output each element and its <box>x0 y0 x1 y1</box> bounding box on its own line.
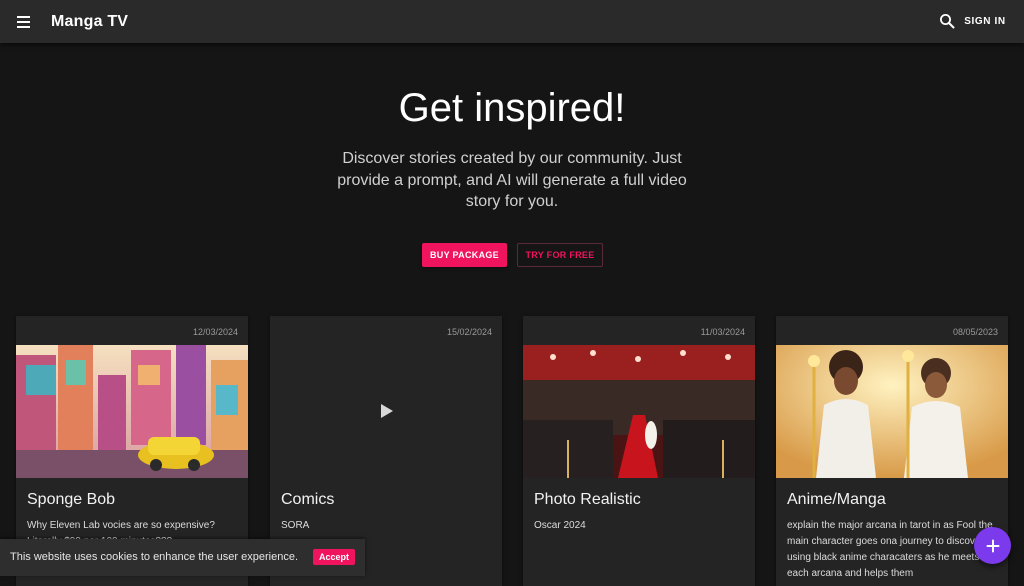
menu-icon[interactable] <box>14 11 36 33</box>
card-title: Photo Realistic <box>534 491 641 508</box>
plus-icon <box>986 539 999 552</box>
card-title: Sponge Bob <box>27 491 116 508</box>
try-for-free-button[interactable]: TRY FOR FREE <box>517 243 603 267</box>
card-thumbnail[interactable] <box>523 345 755 478</box>
card-date: 08/05/2023 <box>952 327 998 337</box>
app-bar: Manga TV SIGN IN <box>0 0 1024 43</box>
card-description: Oscar 2024 <box>534 520 586 531</box>
play-icon[interactable] <box>380 403 394 419</box>
search-icon[interactable] <box>938 12 956 30</box>
buy-package-button[interactable]: BUY PACKAGE <box>422 243 507 267</box>
card-title: Comics <box>281 491 335 508</box>
card-date: 11/03/2024 <box>700 327 745 337</box>
story-card-photo-realistic[interactable]: 11/03/2024 Photo Realistic Oscar 2024 <box>523 316 755 586</box>
cookie-accept-button[interactable]: Accept <box>313 549 355 565</box>
card-description: explain the major arcana in tarot in as … <box>787 520 993 579</box>
hero-subtitle: Discover stories created by our communit… <box>337 150 687 210</box>
sign-in-button[interactable]: SIGN IN <box>962 12 1008 30</box>
cookie-banner: This website uses cookies to enhance the… <box>0 539 365 576</box>
card-thumbnail[interactable] <box>16 345 248 478</box>
card-description: SORA <box>281 520 310 531</box>
card-date: 15/02/2024 <box>446 327 492 337</box>
card-video-placeholder[interactable] <box>270 345 502 478</box>
card-thumbnail[interactable] <box>776 345 1008 478</box>
add-story-button[interactable] <box>974 527 1011 564</box>
card-date: 12/03/2024 <box>192 327 238 337</box>
cookie-message: This website uses cookies to enhance the… <box>10 551 298 563</box>
app-title[interactable]: Manga TV <box>51 13 128 31</box>
card-title: Anime/Manga <box>787 491 886 508</box>
hero-title: Get inspired! <box>398 86 626 130</box>
